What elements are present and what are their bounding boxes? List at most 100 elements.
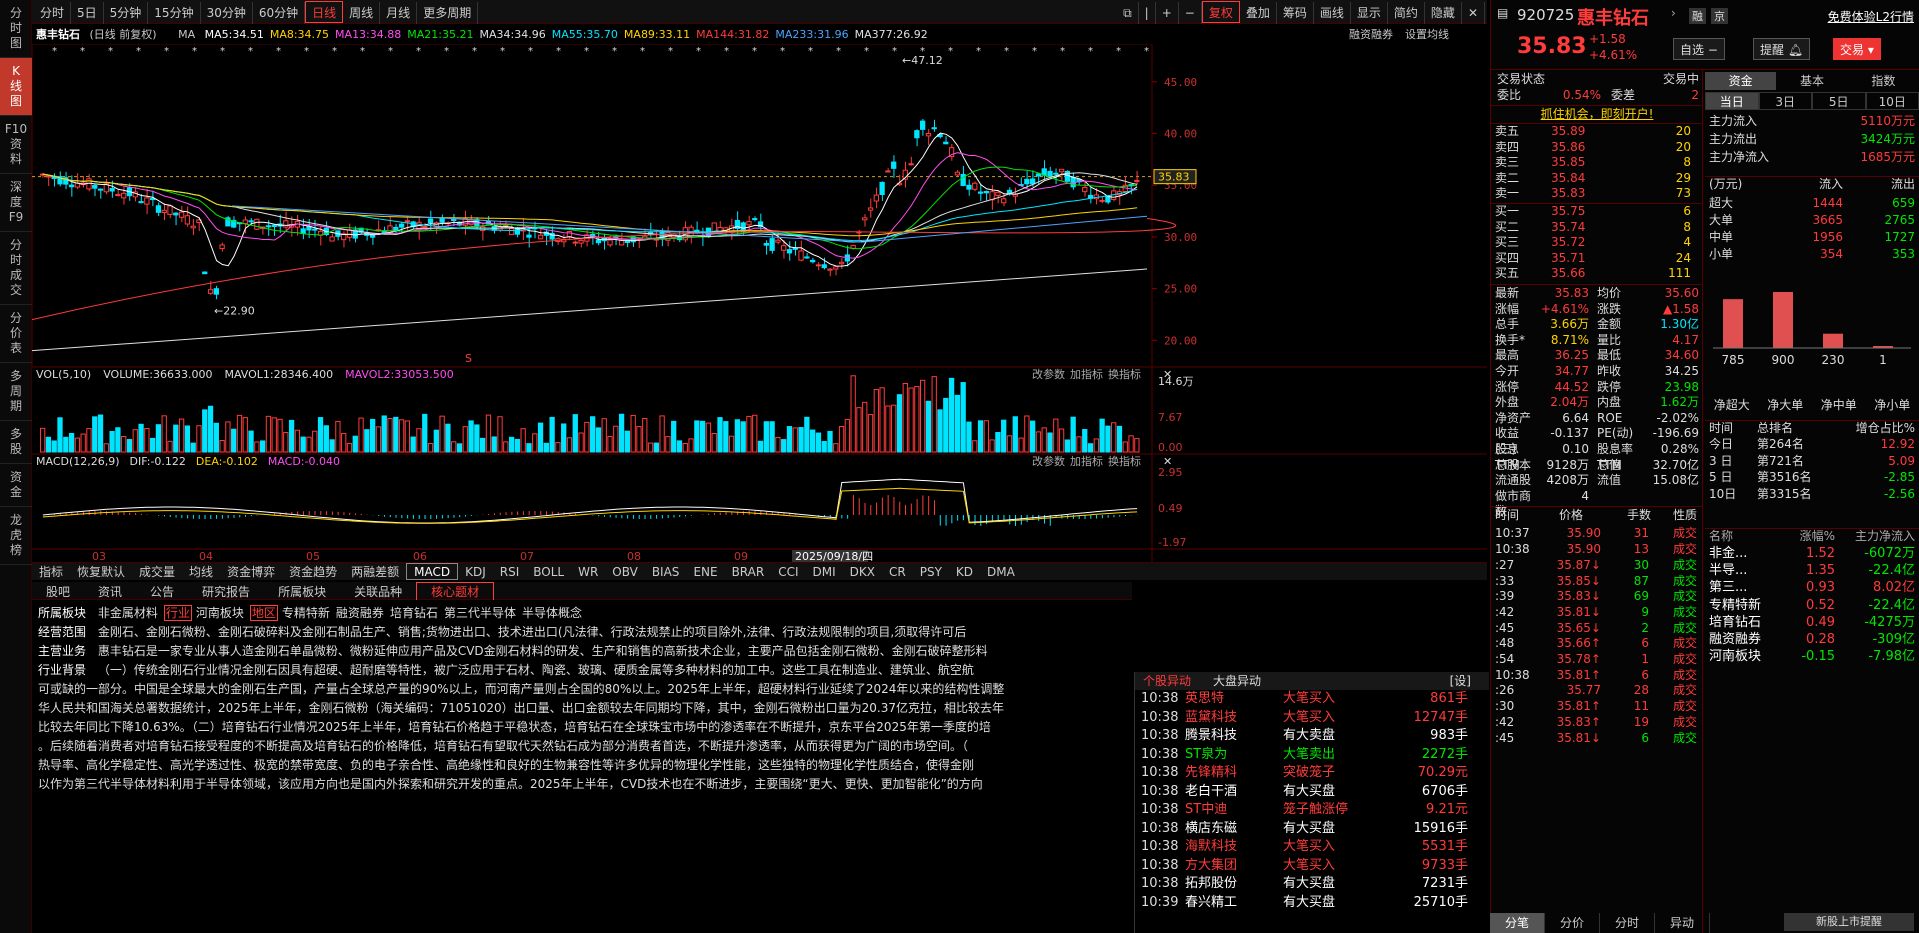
fund-tab-2[interactable]: 指数 [1848,72,1919,90]
fund-period-3[interactable]: 10日 [1865,92,1919,110]
indicator-tab-18[interactable]: DKX [843,564,882,580]
period-tab-7[interactable]: 周线 [343,2,381,24]
macd-link-1[interactable]: 加指标 [1070,454,1103,468]
copy-icon[interactable]: ⧉ [1117,2,1139,24]
sector-tag-3[interactable]: 地区 [249,605,278,621]
fund-period-2[interactable]: 5日 [1812,92,1866,110]
alert-stock[interactable]: 海默科技 [1185,838,1283,857]
period-tab-5[interactable]: 60分钟 [253,2,306,24]
sector-name[interactable]: 非金... [1705,546,1781,562]
indicator-tab-3[interactable]: 均线 [182,564,220,580]
tool-item-6[interactable]: 隐藏 [1425,2,1462,24]
indicator-tab-0[interactable]: 指标 [32,564,70,580]
nav-item-8[interactable]: 资金 [0,464,32,507]
alert-row[interactable]: 10:38 ST泉为 大笔卖出 2272手 [1135,746,1489,765]
sector-row[interactable]: 非金... 1.52 -6072万 [1705,546,1919,562]
info-tab-4[interactable]: 所属板块 [264,583,340,601]
indicator-tab-15[interactable]: BRAR [725,564,772,580]
sector-row[interactable]: 培育钻石 0.49 -4275万 [1705,615,1919,631]
alert-row[interactable]: 10:38 海默科技 大笔买入 5531手 [1135,838,1489,857]
next-stock-icon[interactable]: › [1671,6,1676,20]
ma-link-0[interactable]: 融资融券 [1349,28,1393,41]
indicator-tab-17[interactable]: DMI [806,564,843,580]
macd-link-0[interactable]: 改参数 [1032,454,1065,468]
indicator-tab-19[interactable]: CR [882,564,913,580]
indicator-tab-21[interactable]: KD [949,564,980,580]
tool-item-2[interactable]: 筹码 [1277,2,1314,24]
tool-item-5[interactable]: 简约 [1388,2,1425,24]
bottom-tab-2[interactable]: 分时 [1600,913,1655,933]
alert-row[interactable]: 10:38 腾景科技 有大卖盘 983手 [1135,727,1489,746]
alert-stock[interactable]: ST中迪 [1185,801,1283,820]
indicator-tab-4[interactable]: 资金博弈 [220,564,282,580]
indicator-tab-11[interactable]: WR [571,564,605,580]
sector-row[interactable]: 融资融券 0.28 -309亿 [1705,632,1919,648]
sector-row[interactable]: 半导... 1.35 -22.4亿 [1705,563,1919,579]
period-tab-4[interactable]: 30分钟 [201,2,253,24]
alert-stock[interactable]: 春兴精工 [1185,894,1283,913]
zoom-in-icon[interactable]: + [1156,2,1179,24]
alert-row[interactable]: 10:38 蓝黛科技 大笔买入 12747手 [1135,709,1489,728]
alert-stock[interactable]: 腾景科技 [1185,727,1283,746]
tool-item-3[interactable]: 画线 [1314,2,1351,24]
fund-tab-0[interactable]: 资金 [1705,72,1777,90]
macd-link-2[interactable]: 换指标 [1108,454,1141,468]
nav-item-1[interactable]: K线图 [0,58,32,116]
sector-name[interactable]: 培育钻石 [1705,615,1781,631]
sector-tag-4[interactable]: 专精特新 [282,606,330,620]
period-tab-8[interactable]: 月线 [380,2,418,24]
alert-stock[interactable]: 英思特 [1185,690,1283,709]
alert-stock[interactable]: 老白干酒 [1185,783,1283,802]
sector-tag-1[interactable]: 行业 [163,605,192,621]
vol-link-0[interactable]: 改参数 [1032,367,1065,381]
ipo-notice[interactable]: 新股上市提醒 [1784,913,1914,931]
info-tab-6[interactable]: 核心题材 [416,582,495,600]
add-watchlist-button[interactable]: 自选 − [1673,38,1725,60]
info-tab-3[interactable]: 研究报告 [188,583,264,601]
alert-row[interactable]: 10:38 方大集团 大笔买入 9733手 [1135,857,1489,876]
alert-settings-button[interactable]: [设] [1450,672,1471,690]
menu-icon[interactable]: ▤ [1497,6,1508,20]
trade-button[interactable]: 交易 ▾ [1833,38,1881,60]
period-tab-9[interactable]: 更多周期 [417,2,479,24]
alert-button[interactable]: 提醒 🔔︎ [1753,38,1811,60]
alert-row[interactable]: 10:38 拓邦股份 有大买盘 7231手 [1135,875,1489,894]
alert-stock[interactable]: 蓝黛科技 [1185,709,1283,728]
close-icon[interactable]: ✕ [1462,2,1485,24]
fund-period-1[interactable]: 3日 [1758,92,1812,110]
indicator-tab-7[interactable]: MACD [406,563,459,580]
sector-name[interactable]: 第三... [1705,580,1781,596]
nav-item-4[interactable]: 分时成交 [0,232,32,305]
sector-tag-6[interactable]: 培育钻石 [390,606,438,620]
alert-row[interactable]: 10:38 英思特 大笔买入 861手 [1135,690,1489,709]
alert-row[interactable]: 10:38 老白干酒 有大买盘 6706手 [1135,783,1489,802]
indicator-tab-2[interactable]: 成交量 [132,564,182,580]
period-tab-6[interactable]: 日线 [305,1,344,23]
info-tab-2[interactable]: 公告 [136,583,188,601]
alert-stock[interactable]: ST泉为 [1185,746,1283,765]
sector-row[interactable]: 第三... 0.93 8.02亿 [1705,580,1919,596]
indicator-tab-16[interactable]: CCI [771,564,805,580]
alert-row[interactable]: 10:38 横店东磁 有大买盘 15916手 [1135,820,1489,839]
sector-name[interactable]: 专精特新 [1705,598,1781,614]
info-tab-1[interactable]: 资讯 [84,583,136,601]
bottom-tab-1[interactable]: 分价 [1545,913,1600,933]
tool-item-0[interactable]: 复权 [1201,1,1240,23]
nav-item-5[interactable]: 分价表 [0,305,32,363]
sector-row[interactable]: 河南板块 -0.15 -7.98亿 [1705,649,1919,665]
tool-item-4[interactable]: 显示 [1351,2,1388,24]
sector-tag-2[interactable]: 河南板块 [196,606,244,620]
open-account-promo[interactable]: 抓住机会，即刻开户! [1491,105,1703,124]
alert-stock[interactable]: 横店东磁 [1185,820,1283,839]
period-tab-0[interactable]: 分时 [34,2,72,24]
alert-stock[interactable]: 拓邦股份 [1185,875,1283,894]
indicator-tab-12[interactable]: OBV [605,564,645,580]
period-tab-2[interactable]: 5分钟 [104,2,149,24]
alert-tab-0[interactable]: 个股异动 [1143,674,1191,688]
indicator-tab-9[interactable]: RSI [493,564,527,580]
nav-item-0[interactable]: 分时图 [0,0,32,58]
alert-row[interactable]: 10:39 春兴精工 有大买盘 25710手 [1135,894,1489,913]
sector-row[interactable]: 专精特新 0.52 -22.4亿 [1705,598,1919,614]
alert-stock[interactable]: 先锋精科 [1185,764,1283,783]
indicator-tab-5[interactable]: 资金趋势 [282,564,344,580]
